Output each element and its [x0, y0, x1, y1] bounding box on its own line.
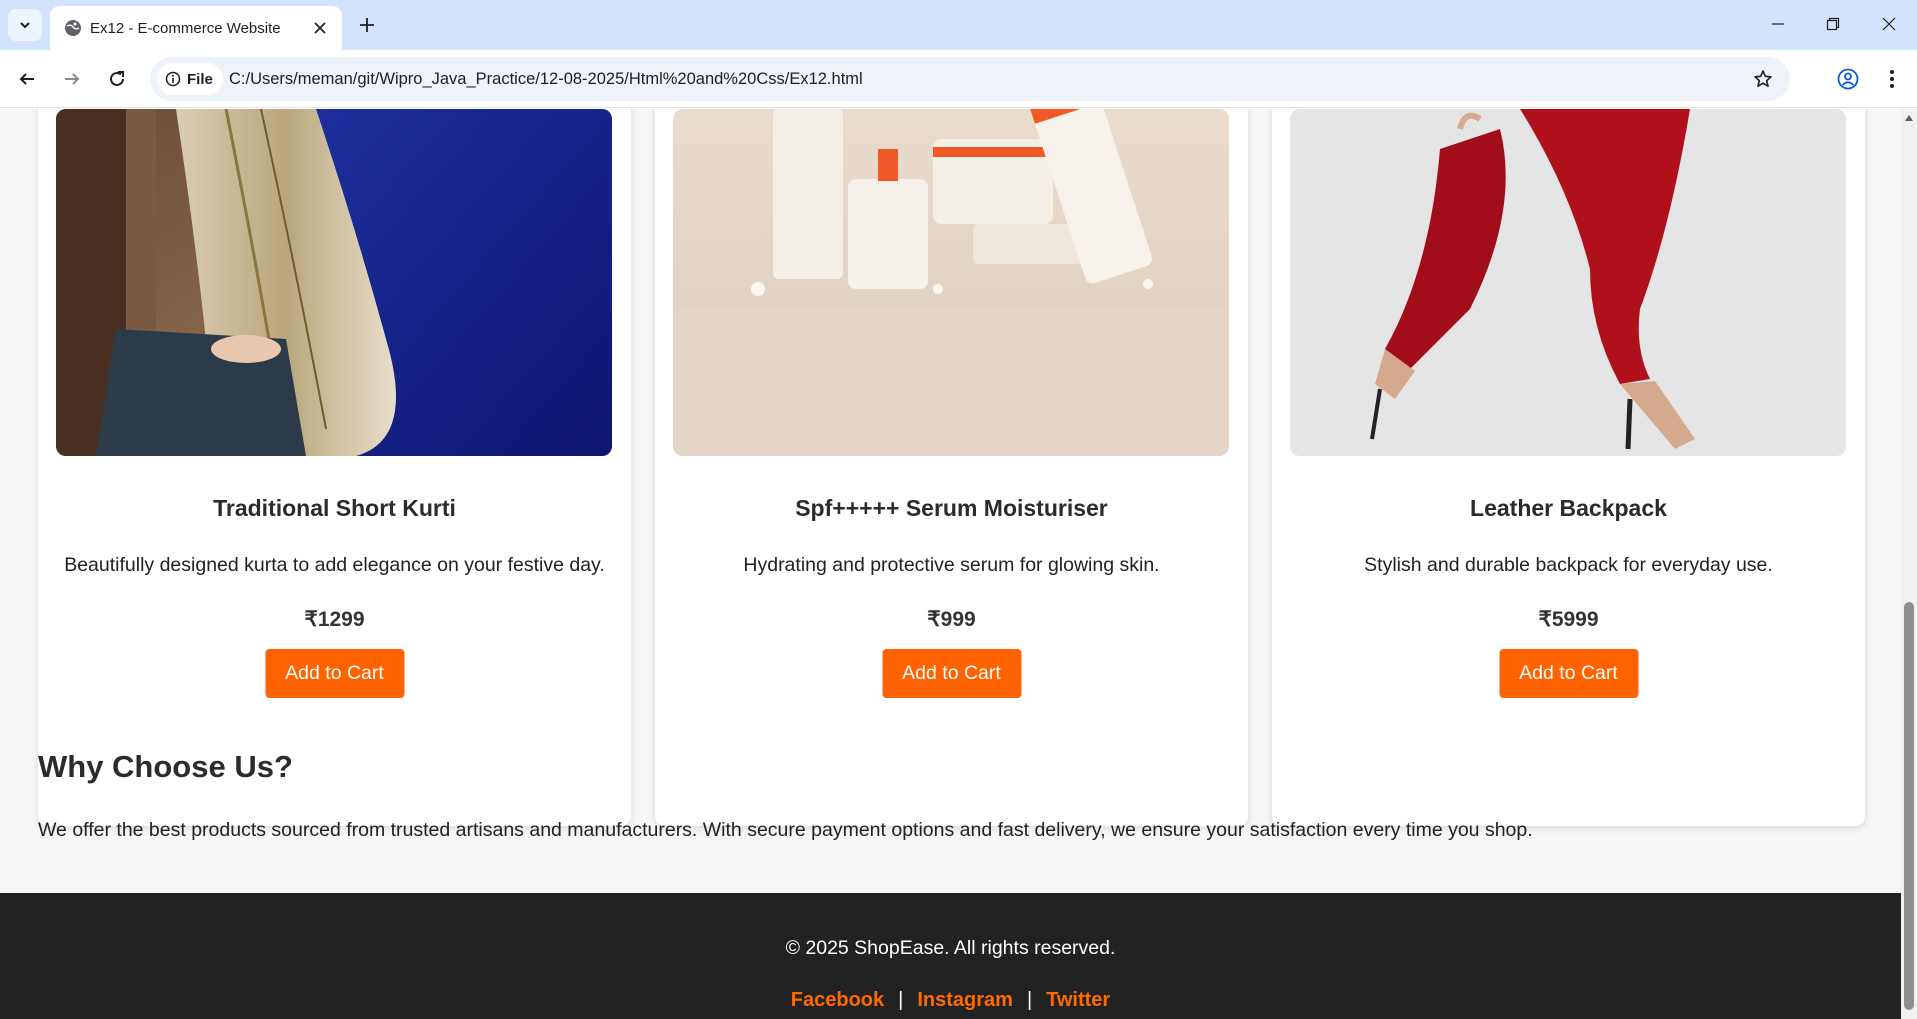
- reload-button[interactable]: [101, 63, 133, 95]
- site-info-chip[interactable]: File: [157, 63, 223, 95]
- product-card: Spf+++++ Serum Moisturiser Hydrating and…: [655, 109, 1248, 826]
- product-title: Spf+++++ Serum Moisturiser: [795, 495, 1108, 521]
- reload-icon: [110, 71, 124, 86]
- product-image-backpack: [1290, 109, 1846, 456]
- product-image-serum: [673, 109, 1229, 456]
- close-icon: [314, 22, 326, 34]
- tab-search-button[interactable]: [8, 9, 42, 41]
- page-viewport: Traditional Short Kurti Beautifully desi…: [0, 109, 1901, 1019]
- forward-button[interactable]: [56, 63, 88, 95]
- why-choose-us-text: We offer the best products sourced from …: [38, 819, 1533, 841]
- page-scrollbar[interactable]: [1901, 109, 1917, 1019]
- minimize-button[interactable]: [1750, 0, 1806, 48]
- link-separator: |: [1026, 989, 1033, 1011]
- star-icon: [1754, 70, 1772, 87]
- profile-button[interactable]: [1832, 63, 1864, 95]
- chevron-down-icon: [20, 22, 30, 29]
- more-vert-icon: [1890, 70, 1894, 88]
- product-title: Traditional Short Kurti: [213, 495, 456, 521]
- copyright-text: © 2025 ShopEase. All rights reserved.: [785, 937, 1116, 959]
- arrow-left-icon: [19, 73, 34, 85]
- add-to-cart-button[interactable]: Add to Cart: [882, 649, 1021, 698]
- social-links: Facebook | Instagram | Twitter: [0, 989, 1901, 1012]
- facebook-link[interactable]: Facebook: [791, 989, 884, 1011]
- tab-close-button[interactable]: [310, 18, 330, 38]
- why-choose-us-heading: Why Choose Us?: [38, 749, 293, 784]
- url-text[interactable]: C:/Users/meman/git/Wipro_Java_Practice/1…: [229, 70, 863, 89]
- browser-menu-button[interactable]: [1876, 63, 1908, 95]
- product-card: Traditional Short Kurti Beautifully desi…: [38, 109, 631, 826]
- link-separator: |: [898, 989, 904, 1011]
- browser-toolbar: File C:/Users/meman/git/Wipro_Java_Pract…: [0, 50, 1917, 108]
- active-tab[interactable]: Ex12 - E-commerce Website: [50, 6, 342, 50]
- product-price: ₹5999: [1538, 608, 1599, 631]
- product-image-kurti: [56, 109, 612, 456]
- minimize-icon: [1772, 23, 1784, 25]
- profile-icon: [1837, 68, 1859, 90]
- product-description: Hydrating and protective serum for glowi…: [743, 554, 1160, 576]
- site-footer: © 2025 ShopEase. All rights reserved. Fa…: [0, 893, 1901, 1019]
- scroll-up-arrow-icon[interactable]: [1904, 113, 1914, 123]
- product-price: ₹999: [927, 608, 976, 631]
- close-window-button[interactable]: [1861, 0, 1917, 48]
- add-to-cart-button[interactable]: Add to Cart: [265, 649, 404, 698]
- twitter-link[interactable]: Twitter: [1046, 989, 1110, 1011]
- info-icon: [165, 71, 181, 87]
- product-price: ₹1299: [304, 608, 365, 631]
- site-chip-label: File: [187, 70, 213, 88]
- close-icon: [1882, 17, 1896, 31]
- address-bar[interactable]: File C:/Users/meman/git/Wipro_Java_Pract…: [150, 57, 1790, 101]
- product-title: Leather Backpack: [1470, 495, 1667, 521]
- restore-button[interactable]: [1805, 0, 1861, 48]
- product-description: Beautifully designed kurta to add elegan…: [64, 554, 605, 576]
- plus-icon: [360, 18, 374, 32]
- instagram-link[interactable]: Instagram: [917, 989, 1013, 1011]
- add-to-cart-button[interactable]: Add to Cart: [1499, 649, 1638, 698]
- arrow-right-icon: [65, 73, 80, 85]
- browser-tab-bar: Ex12 - E-commerce Website: [0, 0, 1917, 50]
- new-tab-button[interactable]: [352, 10, 382, 40]
- product-card: Leather Backpack Stylish and durable bac…: [1272, 109, 1865, 826]
- globe-icon: [65, 20, 81, 36]
- bookmark-button[interactable]: [1748, 64, 1778, 94]
- back-button[interactable]: [11, 63, 43, 95]
- scrollbar-thumb[interactable]: [1904, 602, 1914, 1010]
- restore-icon: [1826, 17, 1840, 31]
- product-description: Stylish and durable backpack for everyda…: [1364, 554, 1773, 576]
- tab-title: Ex12 - E-commerce Website: [90, 20, 281, 37]
